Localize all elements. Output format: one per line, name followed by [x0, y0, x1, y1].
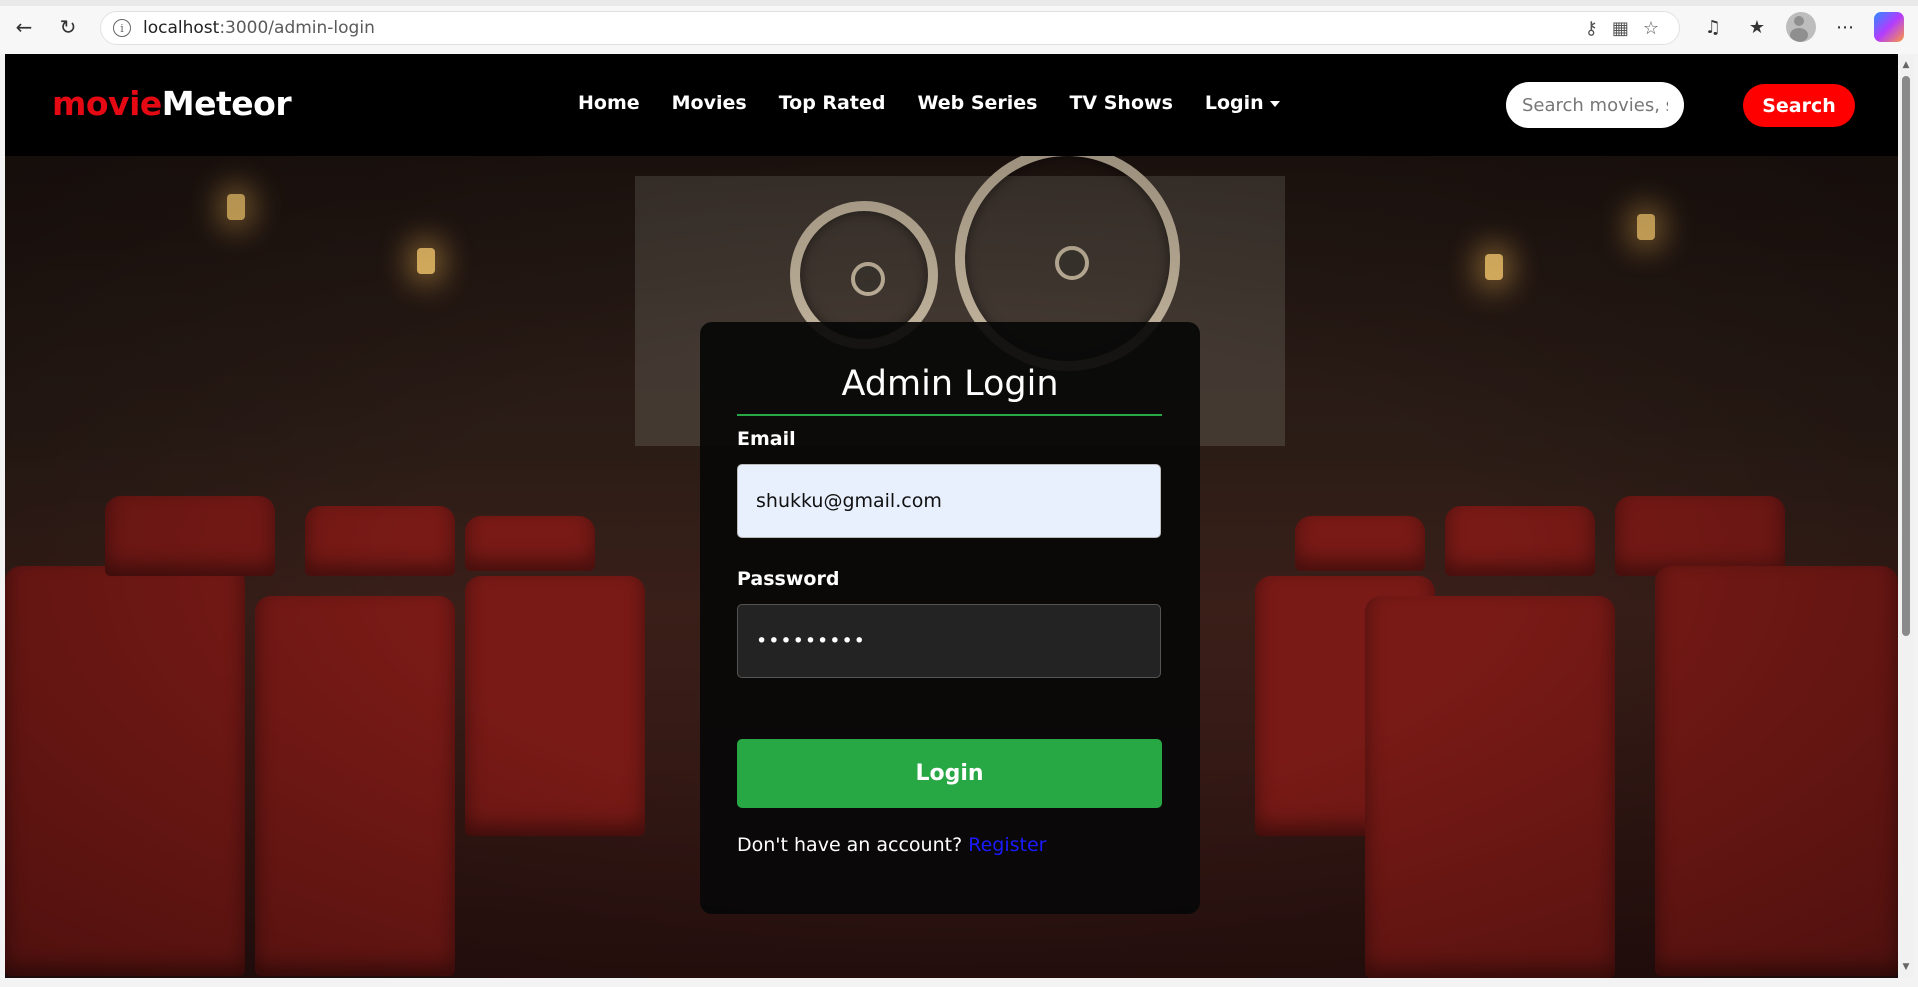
app-install-icon[interactable]: ▦	[1612, 18, 1629, 39]
address-url[interactable]: localhost:3000/admin-login	[143, 18, 375, 38]
favorites-icon[interactable]: ★	[1742, 12, 1772, 42]
login-button[interactable]: Login	[737, 739, 1162, 808]
url-path: :3000/admin-login	[219, 18, 375, 38]
nav-movies[interactable]: Movies	[672, 92, 747, 114]
scroll-up-arrow-icon[interactable]: ▲	[1901, 60, 1911, 70]
more-options-icon[interactable]: ⋯	[1830, 12, 1860, 42]
address-bar[interactable]: i localhost:3000/admin-login ⚷ ▦ ☆	[100, 11, 1680, 45]
profile-avatar[interactable]	[1786, 12, 1816, 42]
title-underline	[737, 414, 1162, 416]
search-input[interactable]	[1506, 82, 1684, 128]
email-field[interactable]	[737, 464, 1161, 538]
copilot-logo	[1874, 12, 1904, 42]
register-link[interactable]: Register	[968, 834, 1046, 856]
site-info-icon[interactable]: i	[113, 19, 131, 37]
tab-strip	[0, 0, 1918, 6]
nav-links: Home Movies Top Rated Web Series TV Show…	[578, 92, 1280, 114]
scrollbar-thumb[interactable]	[1902, 76, 1910, 636]
nav-login-dropdown[interactable]: Login	[1205, 92, 1280, 114]
register-prompt-text: Don't have an account?	[737, 834, 963, 856]
nav-tv-shows[interactable]: TV Shows	[1069, 92, 1172, 114]
media-control-icon[interactable]: ♫	[1698, 12, 1728, 42]
nav-top-rated[interactable]: Top Rated	[779, 92, 886, 114]
register-prompt: Don't have an account? Register	[737, 834, 1046, 856]
reload-icon[interactable]: ↻	[54, 13, 82, 41]
email-label: Email	[737, 428, 796, 450]
site-logo[interactable]: movieMeteor	[52, 84, 292, 123]
page-scrollbar[interactable]: ▲ ▼	[1898, 54, 1914, 978]
password-field[interactable]	[737, 604, 1161, 678]
favorite-star-icon[interactable]: ☆	[1643, 18, 1659, 39]
back-arrow-icon[interactable]: ←	[10, 13, 38, 41]
avatar	[1786, 12, 1816, 42]
page-viewport: movieMeteor Home Movies Top Rated Web Se…	[5, 54, 1898, 978]
caret-down-icon	[1269, 100, 1280, 107]
nav-web-series[interactable]: Web Series	[917, 92, 1037, 114]
scroll-down-arrow-icon[interactable]: ▼	[1901, 962, 1911, 972]
site-navbar: movieMeteor Home Movies Top Rated Web Se…	[5, 54, 1898, 156]
url-host: localhost	[143, 18, 220, 38]
nav-home[interactable]: Home	[578, 92, 640, 114]
admin-login-card: Admin Login Email Password Login Don't h…	[700, 322, 1200, 914]
login-title: Admin Login	[841, 364, 1059, 404]
key-icon[interactable]: ⚷	[1585, 18, 1598, 39]
browser-toolbar: ← ↻ i localhost:3000/admin-login ⚷ ▦ ☆ ♫…	[0, 0, 1918, 54]
brand-meteor: Meteor	[161, 84, 292, 123]
nav-login-label: Login	[1204, 92, 1264, 114]
brand-movie: movie	[52, 84, 162, 123]
search-button[interactable]: Search	[1743, 84, 1855, 127]
copilot-icon[interactable]	[1874, 12, 1904, 42]
password-label: Password	[737, 568, 840, 590]
